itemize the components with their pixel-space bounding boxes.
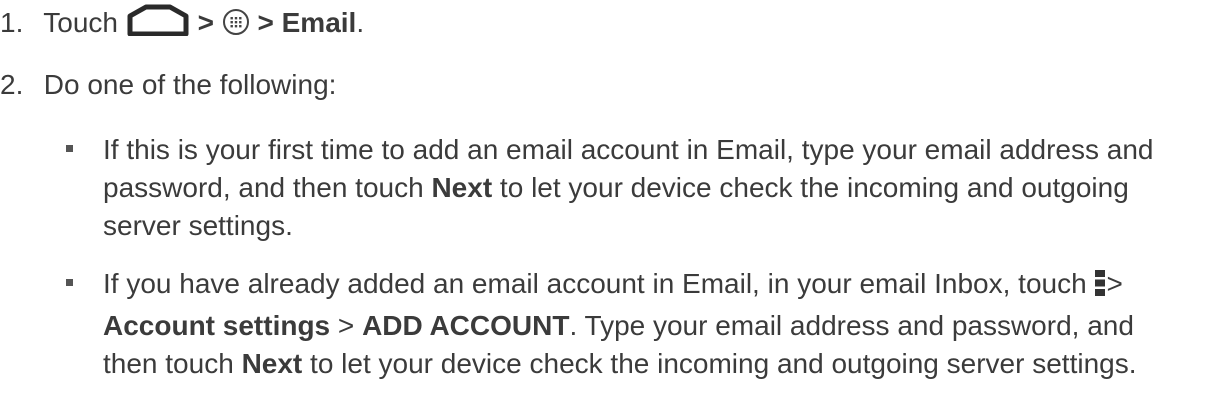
- step-1-separator: >: [197, 7, 214, 38]
- step-1-separator-2: >: [257, 7, 274, 38]
- menu-icon: [1094, 269, 1106, 307]
- account-settings-label: Account settings: [103, 310, 331, 341]
- list-item-already-added: If you have already added an email accou…: [66, 265, 1216, 405]
- bullet-2-line-2-sep: >: [330, 310, 363, 341]
- bullet-2-line-1: If you have already added an email accou…: [103, 265, 1216, 307]
- bullet-2-line-3-post: to let your device check the incoming an…: [302, 348, 1137, 379]
- bullet-marker: [66, 145, 73, 152]
- bullet-2-line-1-sep: >: [1106, 268, 1123, 299]
- bullet-1-line-1: If this is your first time to add an ema…: [103, 134, 1154, 165]
- bullet-2-line-2-post: . Type your email address and password, …: [569, 310, 1134, 341]
- step-1-target: Email: [281, 7, 357, 38]
- step-1-lead: Touch: [43, 7, 118, 38]
- list-item-first-time: If this is your first time to add an ema…: [66, 131, 1216, 251]
- bullet-1-line-2-post: to let your device check the incoming an…: [492, 172, 1129, 203]
- home-icon: [126, 4, 190, 46]
- add-account-label: ADD ACCOUNT: [362, 310, 570, 341]
- step-2-number: 2.: [0, 69, 24, 100]
- list-item-text: If this is your first time to add an ema…: [103, 131, 1216, 245]
- step-1-end: .: [356, 7, 365, 38]
- bullet-marker: [66, 279, 73, 286]
- step-2: 2. Do one of the following:: [0, 66, 336, 104]
- bullet-2-line-2: Account settings > ADD ACCOUNT. Type you…: [103, 307, 1216, 345]
- bullet-1-line-2-pre: password, and then touch: [103, 172, 432, 203]
- step-1-number: 1.: [0, 7, 24, 38]
- bullet-2-line-3-pre: then touch: [103, 348, 242, 379]
- bullet-1-line-2: password, and then touch Next to let you…: [103, 169, 1216, 207]
- apps-icon: [222, 8, 250, 46]
- bullet-2-line-1-text: If you have already added an email accou…: [103, 268, 1087, 299]
- list-item-text: If you have already added an email accou…: [103, 265, 1216, 383]
- step-1: 1. Touch > > Email.: [0, 4, 364, 46]
- next-label: Next: [431, 172, 493, 203]
- next-label: Next: [241, 348, 303, 379]
- step-2-text: Do one of the following:: [43, 69, 337, 100]
- bullet-1-line-3: server settings.: [103, 210, 293, 241]
- bullet-2-line-3: then touch Next to let your device check…: [103, 345, 1216, 383]
